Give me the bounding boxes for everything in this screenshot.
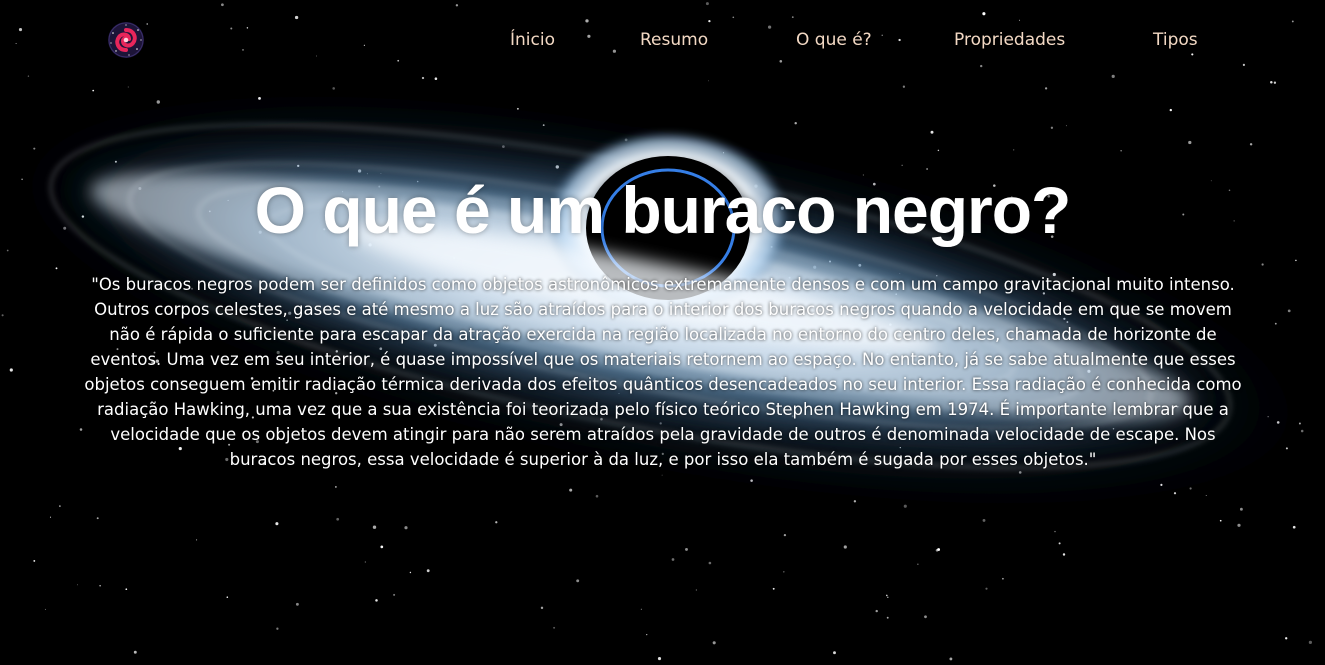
star (902, 85, 906, 88)
star (125, 588, 128, 591)
star (133, 650, 137, 654)
star (1261, 263, 1264, 266)
star (59, 505, 61, 507)
star (833, 651, 836, 655)
star (1237, 523, 1241, 527)
star (595, 494, 599, 498)
star (685, 547, 688, 551)
star (712, 641, 716, 645)
star (1062, 553, 1066, 556)
star (275, 522, 279, 526)
star (49, 516, 52, 518)
star (843, 545, 847, 549)
star (646, 633, 648, 636)
star (364, 561, 366, 563)
star (875, 609, 878, 613)
star (96, 517, 99, 520)
star (1287, 309, 1291, 313)
star (226, 596, 229, 598)
star (196, 539, 198, 541)
star (9, 368, 13, 372)
star (695, 589, 698, 591)
star (886, 594, 888, 597)
star (553, 626, 556, 629)
star (924, 615, 927, 619)
hero-description: "Os buracos negros podem ser definidos c… (84, 275, 1242, 469)
star (985, 587, 988, 590)
star (1292, 525, 1296, 529)
star (79, 428, 83, 431)
star (409, 571, 412, 574)
star (380, 545, 384, 549)
star (335, 486, 337, 488)
star (77, 584, 78, 586)
star (336, 517, 340, 521)
star (1065, 125, 1067, 127)
star (949, 657, 953, 661)
nav-link-propriedades[interactable]: Propriedades (954, 29, 1065, 51)
star (276, 627, 279, 630)
nav-link-inicio[interactable]: Ínicio (510, 29, 555, 51)
star (1, 314, 4, 317)
star (127, 86, 129, 88)
star (1308, 640, 1312, 645)
star (1120, 150, 1122, 152)
star (1188, 140, 1192, 145)
nav-link-tipos[interactable]: Tipos (1153, 29, 1198, 51)
star (576, 579, 580, 583)
star (886, 616, 889, 619)
star (937, 149, 940, 152)
star (426, 569, 430, 573)
page-title: O que é um buraco negro? (254, 173, 1072, 247)
star (794, 121, 797, 125)
star (671, 558, 675, 561)
star (1013, 149, 1015, 151)
star (982, 518, 986, 522)
star (44, 608, 46, 610)
star (1058, 542, 1061, 545)
star (404, 526, 408, 530)
star (295, 602, 299, 606)
star (540, 606, 544, 610)
page: Ínicio Resumo O que é? Propriedades Tipo… (0, 0, 1325, 665)
star (640, 608, 642, 610)
star (772, 587, 775, 590)
star (1274, 322, 1277, 325)
star (393, 593, 396, 596)
top-navigation: Ínicio Resumo O que é? Propriedades Tipo… (0, 0, 1325, 80)
star (1002, 577, 1004, 580)
star (1239, 507, 1243, 511)
star (1054, 530, 1056, 533)
star (901, 164, 903, 166)
star (783, 533, 787, 537)
galaxy-icon[interactable] (107, 21, 145, 59)
star (783, 571, 785, 573)
star (375, 599, 378, 602)
star (1044, 87, 1048, 90)
star (708, 80, 709, 82)
star (937, 548, 941, 551)
star (917, 563, 919, 565)
star (33, 559, 36, 562)
star (1273, 81, 1277, 84)
star (930, 130, 934, 134)
star (99, 585, 101, 587)
star (495, 521, 498, 524)
star (569, 488, 573, 492)
star (1295, 259, 1297, 262)
star (657, 657, 662, 661)
star (887, 596, 889, 599)
nav-link-o-que-e[interactable]: O que é? (796, 29, 872, 51)
star (1169, 108, 1172, 112)
star (1050, 126, 1054, 129)
star (708, 561, 712, 565)
star (1249, 143, 1253, 146)
star (1219, 519, 1222, 522)
star (1270, 80, 1273, 84)
nav-link-resumo[interactable]: Resumo (640, 29, 708, 51)
star (1285, 637, 1288, 640)
star (92, 89, 95, 92)
star (372, 525, 377, 529)
